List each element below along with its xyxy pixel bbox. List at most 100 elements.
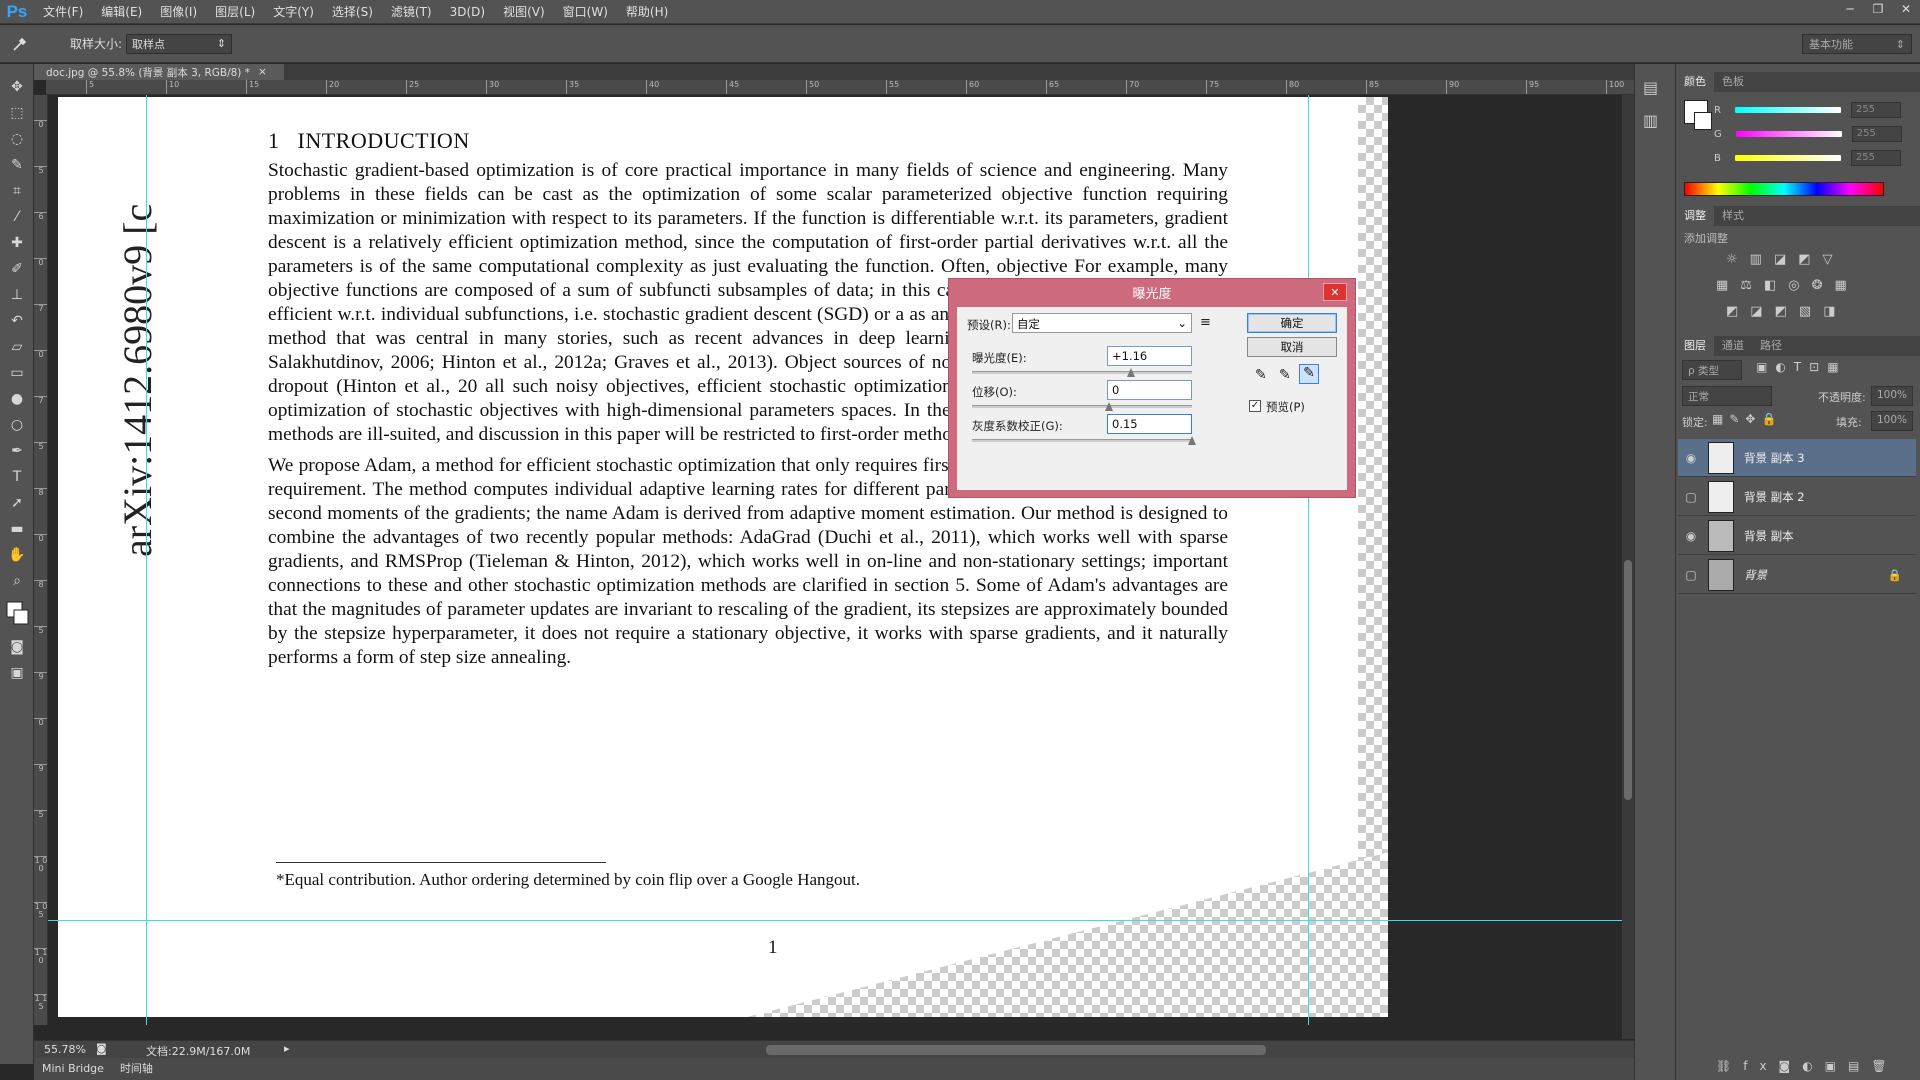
document-tab[interactable]: doc.jpg @ 55.8% (背景 副本 3, RGB/8) * ×: [34, 64, 284, 80]
preset-select[interactable]: 自定 ⌄: [1012, 313, 1192, 333]
workspace-select[interactable]: 基本功能 ⇕: [1802, 34, 1912, 54]
shape-tool-icon[interactable]: ▬: [0, 516, 34, 542]
eye-hidden-icon[interactable]: ▢: [1678, 490, 1704, 504]
invert-icon[interactable]: ◩: [1726, 304, 1738, 319]
gray-eyedropper-icon[interactable]: ✎: [1279, 367, 1291, 383]
channel-r-slider[interactable]: [1734, 107, 1841, 113]
gamma-input[interactable]: 0.15: [1107, 414, 1192, 434]
blend-mode-select[interactable]: 正常: [1682, 386, 1772, 406]
offset-slider-track[interactable]: [972, 405, 1192, 408]
zoom-level[interactable]: 55.78%: [44, 1043, 86, 1056]
gradient-tool-icon[interactable]: ▭: [0, 360, 34, 386]
marquee-tool-icon[interactable]: ⬚: [0, 100, 34, 126]
hand-tool-icon[interactable]: ✋: [0, 542, 34, 568]
channel-b-slider[interactable]: [1734, 155, 1841, 161]
exposure-icon[interactable]: ◩: [1798, 252, 1810, 267]
menu-item[interactable]: 选择(S): [323, 0, 382, 24]
photo-filter-icon[interactable]: ◎: [1788, 278, 1799, 293]
layer-row[interactable]: ◉ 背景 副本 3: [1678, 439, 1916, 477]
close-window-button[interactable]: ✕: [1892, 0, 1920, 18]
tab-channels[interactable]: 通道: [1714, 334, 1752, 356]
restore-button[interactable]: ❐: [1864, 0, 1892, 18]
offset-input[interactable]: 0: [1107, 380, 1192, 400]
guide-vertical-right[interactable]: [1308, 95, 1309, 1025]
black-eyedropper-icon[interactable]: ✎: [1255, 367, 1267, 383]
eye-icon[interactable]: ◉: [1678, 451, 1704, 465]
history-panel-icon[interactable]: ▤: [1643, 78, 1667, 97]
menu-item[interactable]: 滤镜(T): [382, 0, 441, 24]
layer-filter-select[interactable]: ρ 类型: [1682, 360, 1742, 380]
status-menu-arrow-icon[interactable]: ▸: [284, 1042, 290, 1055]
dialog-close-button[interactable]: ✕: [1323, 283, 1347, 301]
color-swatches-icon[interactable]: [0, 594, 34, 634]
dodge-tool-icon[interactable]: ○: [0, 412, 34, 438]
gamma-slider-track[interactable]: [972, 439, 1192, 442]
preset-options-icon[interactable]: ≡: [1200, 315, 1211, 330]
vibrance-icon[interactable]: ▽: [1823, 252, 1833, 267]
brush-tool-icon[interactable]: ✐: [0, 256, 34, 282]
pen-tool-icon[interactable]: ✒: [0, 438, 34, 464]
channel-mixer-icon[interactable]: ❂: [1812, 278, 1823, 293]
screen-mode-icon[interactable]: ▣: [0, 660, 34, 686]
color-spectrum[interactable]: [1684, 182, 1884, 196]
tab-mini-bridge[interactable]: Mini Bridge: [34, 1058, 112, 1080]
crop-tool-icon[interactable]: ⌗: [0, 178, 34, 204]
color-lookup-icon[interactable]: ▦: [1835, 278, 1847, 293]
layer-row[interactable]: ▢ 背景 副本 2: [1678, 478, 1916, 516]
layer-row[interactable]: ▢ 背景 🔒: [1678, 556, 1916, 594]
eyedropper-tool-preset-icon[interactable]: [0, 29, 40, 59]
status-info-icon[interactable]: ◙: [96, 1042, 107, 1055]
posterize-icon[interactable]: ◪: [1750, 304, 1762, 319]
eye-icon[interactable]: ◉: [1678, 529, 1704, 543]
eraser-tool-icon[interactable]: ▱: [0, 334, 34, 360]
sample-size-select[interactable]: 取样点 ⇕: [126, 33, 233, 54]
guide-vertical-left[interactable]: [146, 95, 147, 1025]
ok-button[interactable]: 确定: [1247, 313, 1337, 333]
selective-color-icon[interactable]: ◨: [1823, 304, 1835, 319]
channel-r-value[interactable]: 255: [1850, 102, 1901, 118]
clone-stamp-tool-icon[interactable]: ⊥: [0, 282, 34, 308]
menu-item[interactable]: 图像(I): [151, 0, 206, 24]
layer-row[interactable]: ◉ 背景 副本: [1678, 517, 1916, 555]
menu-item[interactable]: 3D(D): [441, 0, 494, 24]
layer-panel-footer-icons[interactable]: ⛓fx◙◐▣▤🗑: [1716, 1059, 1899, 1073]
menu-item[interactable]: 视图(V): [494, 0, 554, 24]
zoom-tool-icon[interactable]: ⌕: [0, 568, 34, 594]
tab-color[interactable]: 颜色: [1676, 70, 1714, 92]
move-tool-icon[interactable]: ✥: [0, 74, 34, 100]
channel-g-slider[interactable]: [1735, 131, 1842, 137]
preview-checkbox[interactable]: ✓: [1249, 400, 1261, 412]
brightness-icon[interactable]: ☼: [1726, 252, 1738, 267]
healing-brush-tool-icon[interactable]: ✚: [0, 230, 34, 256]
curves-icon[interactable]: ◪: [1774, 252, 1786, 267]
close-tab-icon[interactable]: ×: [258, 66, 267, 78]
menu-item[interactable]: 帮助(H): [617, 0, 677, 24]
eye-hidden-icon[interactable]: ▢: [1678, 568, 1704, 582]
gradient-map-icon[interactable]: ▧: [1799, 304, 1811, 319]
menu-item[interactable]: 文件(F): [34, 0, 92, 24]
minimize-button[interactable]: ─: [1836, 0, 1864, 18]
menu-item[interactable]: 文字(Y): [264, 0, 323, 24]
path-select-tool-icon[interactable]: ➚: [0, 490, 34, 516]
canvas-area[interactable]: arXiv:1412.6980v9 [c 1 INTRODUCTION Stoc…: [48, 95, 1622, 1025]
white-eyedropper-icon[interactable]: ✎: [1299, 364, 1319, 384]
threshold-icon[interactable]: ◩: [1775, 304, 1787, 319]
vertical-scrollbar[interactable]: [1622, 95, 1634, 1039]
hue-saturation-icon[interactable]: ▦: [1716, 278, 1728, 293]
quick-select-tool-icon[interactable]: ✎: [0, 152, 34, 178]
properties-panel-icon[interactable]: ▥: [1643, 111, 1667, 130]
type-tool-icon[interactable]: T: [0, 464, 34, 490]
tab-swatches[interactable]: 色板: [1714, 70, 1752, 92]
tab-styles[interactable]: 样式: [1714, 204, 1752, 226]
eyedropper-tool-icon[interactable]: ⁄: [0, 204, 34, 230]
lasso-tool-icon[interactable]: ◌: [0, 126, 34, 152]
tab-paths[interactable]: 路径: [1752, 334, 1790, 356]
color-balance-icon[interactable]: ⚖: [1740, 278, 1752, 293]
guide-horizontal[interactable]: [48, 920, 1622, 921]
vertical-scroll-thumb[interactable]: [1624, 560, 1632, 800]
levels-icon[interactable]: ▥: [1750, 252, 1762, 267]
layer-filter-icons[interactable]: ▣◐T⊡▦: [1756, 360, 1847, 374]
channel-b-value[interactable]: 255: [1850, 150, 1901, 166]
exposure-slider-track[interactable]: [972, 371, 1192, 374]
fill-input[interactable]: 100%: [1871, 411, 1913, 431]
